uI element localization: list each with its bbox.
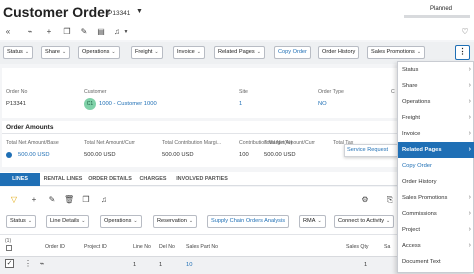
edit-icon[interactable]: ✎ [79,27,89,37]
info-icon [6,152,12,158]
row-checkbox[interactable]: ✓ [5,259,14,268]
page-title: Customer Order [3,4,111,20]
service-request-tooltip[interactable]: Service Request [344,144,398,157]
site-link[interactable]: 1 [239,101,242,107]
select-all-checkbox[interactable] [6,245,12,251]
amount-value: 500.00 USD [84,152,116,158]
line-no-cell: 1 [133,262,137,268]
tab-lines[interactable]: LINES [0,173,40,186]
line-details-button[interactable]: Line Details ⌄ [46,215,90,228]
attach-icon[interactable]: ⌁ [37,259,47,269]
column-header-sales-part-no[interactable]: Sales Part No [186,244,218,250]
sales-promotions-button[interactable]: Sales Promotions ⌄ [367,46,426,59]
column-header-project-id[interactable]: Project ID [84,244,107,250]
column-header-line-no[interactable]: Line No [133,244,151,250]
menu-item-share[interactable]: Share › [398,78,474,94]
amount-value[interactable]: 500.00 USD [18,152,50,158]
bell-icon[interactable]: ♫ [99,195,109,205]
menu-item-related-pages[interactable]: Related Pages › [398,142,474,158]
delete-icon[interactable]: 🗑 [64,195,74,205]
reservation-button[interactable]: Reservation ⌄ [153,215,198,228]
amount-label: Total Net Amount/Curr [264,140,316,146]
lines-status-button[interactable]: Status ⌄ [6,215,37,228]
order-amounts-title: Order Amounts [6,124,54,131]
rma-button[interactable]: RMA ⌄ [299,215,326,228]
menu-item-operations[interactable]: Operations › [398,94,474,110]
tab-rental-lines[interactable]: RENTAL LINES [42,173,84,186]
operations-button[interactable]: Operations ⌄ [78,46,120,59]
menu-item-copy-order[interactable]: Copy Order [398,158,474,174]
amount-value: 100 [239,152,249,158]
clipboard-icon[interactable]: ▤ [96,27,106,37]
column-header-del-no[interactable]: Del No [159,244,175,250]
menu-item-document-text[interactable]: Document Text [398,254,474,270]
order-type-link[interactable]: NO [318,101,327,107]
tab-charges[interactable]: CHARGES [136,173,170,186]
extra-field-label: C [391,89,395,95]
collapse-icon[interactable]: « [3,27,13,37]
sales-part-no-cell[interactable]: 10 [186,262,192,268]
freight-button[interactable]: Freight ⌄ [131,46,163,59]
column-header-sa[interactable]: Sa [384,244,390,250]
avatar: C1 [84,98,96,110]
add-icon[interactable]: + [44,27,54,37]
order-id-title: P13341 [108,10,131,17]
row-menu-icon[interactable]: ⋮ [23,259,33,269]
amount-value: 500.00 USD [162,152,194,158]
related-pages-button[interactable]: Related Pages ⌄ [214,46,265,59]
chevron-down-icon[interactable]: ▼ [121,27,131,37]
column-header-sales-qty[interactable]: Sales Qty [346,244,369,250]
filter-icon[interactable]: ▽ [9,195,19,205]
connect-to-activity-button[interactable]: Connect to Activity ⌄ [334,215,395,228]
amount-label: Total Contribution Margi... [162,140,222,146]
menu-item-sales-promotions[interactable]: Sales Promotions › [398,190,474,206]
site-label: Site [239,89,248,95]
del-no-cell: 1 [159,262,163,268]
tab-order-details[interactable]: ORDER DETAILS [86,173,134,186]
menu-item-order-history[interactable]: Order History [398,174,474,190]
menu-item-invoice[interactable]: Invoice › [398,126,474,142]
order-no-value: P13341 [6,101,26,107]
menu-item-freight[interactable]: Freight › [398,110,474,126]
copy-order-button[interactable]: Copy Order [274,46,311,59]
column-header-order-id[interactable]: Order ID [45,244,65,250]
menu-item-status[interactable]: Status › [398,62,474,78]
customer-label: Customer [84,89,107,95]
more-options-menu: Status › Share › Operations › Freight › Invo… [397,61,474,273]
customer-link[interactable]: 1000 - Customer 1000 [99,101,157,107]
order-history-button[interactable]: Order History [318,46,360,59]
tab-involved-parties[interactable]: INVOLVED PARTIES [172,173,232,186]
order-no-label: Order No [6,89,28,95]
copy-icon[interactable]: ❐ [62,27,72,37]
amount-label: Total Net Amount/Base [6,140,59,146]
share-button[interactable]: Share ⌄ [41,46,71,59]
status-badge: Planned [430,6,453,12]
supply-chain-orders-analysis-button[interactable]: Supply Chain Orders Analysis [207,215,289,228]
attach-icon[interactable]: ⌁ [25,27,35,37]
export-icon[interactable]: ⎘ [385,195,395,205]
settings-icon[interactable]: ⚙ [360,195,370,205]
amount-value: 500.00 USD [264,152,296,158]
invoice-button[interactable]: Invoice ⌄ [173,46,205,59]
order-type-label: Order Type [318,89,344,95]
favorite-heart-icon[interactable]: ♡ [460,27,470,37]
copy-icon[interactable]: ❐ [81,195,91,205]
menu-item-commissions[interactable]: Commissions › [398,206,474,222]
chevron-down-icon[interactable]: ▼ [136,8,143,15]
sales-qty-cell: 1 [364,262,368,268]
edit-icon[interactable]: ✎ [47,195,57,205]
amount-label: Total Net Amount/Curr [84,140,136,146]
more-options-button[interactable]: ⋮ [455,45,470,60]
lines-operations-button[interactable]: Operations ⌄ [100,215,142,228]
add-icon[interactable]: + [29,195,39,205]
row-count-icon: (1) [5,238,12,244]
menu-item-access[interactable]: Access › [398,238,474,254]
menu-item-project[interactable]: Project › [398,222,474,238]
status-button[interactable]: Status ⌄ [3,46,34,59]
status-underline [404,15,470,18]
